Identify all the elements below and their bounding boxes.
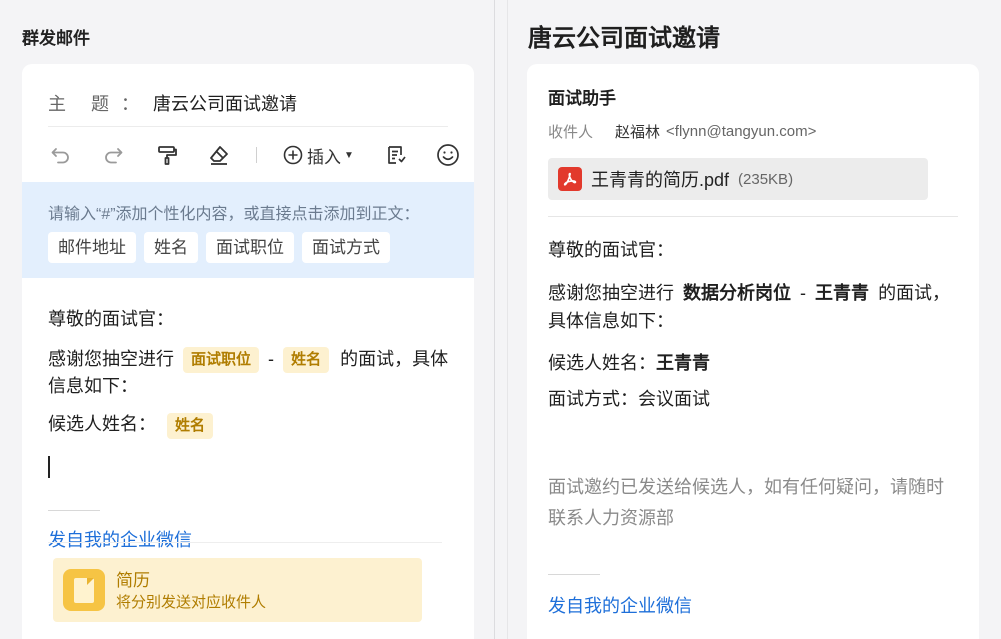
body-thanks-suffix: 的面试，具体 xyxy=(340,349,449,369)
redo-button[interactable] xyxy=(100,140,126,170)
attachment-name: 简历 xyxy=(116,571,150,590)
var-tag-position[interactable]: 面试职位 xyxy=(183,347,260,374)
template-icon xyxy=(388,146,406,164)
signature-link[interactable]: 发自我的企业微信 xyxy=(48,526,192,552)
file-size: (235KB) xyxy=(738,170,794,188)
subject-row[interactable]: 主 题 ： 唐云公司面试邀请 xyxy=(48,90,297,116)
chip-interview-position[interactable]: 面试职位 xyxy=(206,232,294,263)
subject-divider xyxy=(48,126,448,127)
compose-card: 主 题 ： 唐云公司面试邀请 插入 ▼ 请输入“#”添加个性化内容，或直接点击添… xyxy=(22,64,474,639)
template-button[interactable] xyxy=(384,140,408,170)
editor-toolbar: 插入 ▼ xyxy=(48,140,468,170)
emoji-icon xyxy=(437,144,459,166)
recipient-label: 收件人 xyxy=(548,124,594,141)
personalization-hint: 请输入“#”添加个性化内容，或直接点击添加到正文： xyxy=(48,206,420,223)
insert-label: 插入 xyxy=(307,147,341,167)
attachment-divider xyxy=(48,542,442,543)
insert-button[interactable]: 插入 ▼ xyxy=(283,140,354,170)
preview-dash: - xyxy=(800,283,807,303)
undo-button[interactable] xyxy=(48,140,74,170)
preview-position: 数据分析岗位 xyxy=(683,283,792,303)
preview-greeting: 尊敬的面试官： xyxy=(548,240,674,260)
body-candidate-line: 候选人姓名： 姓名 xyxy=(48,411,458,439)
preview-candidate-name: 王青青 xyxy=(815,283,870,303)
var-tag-name[interactable]: 姓名 xyxy=(283,347,330,374)
preview-card: 面试助手 收件人 赵福林 <flynn@tangyun.com> 王青青的简历.… xyxy=(527,64,979,639)
signature-divider xyxy=(48,510,100,511)
undo-icon xyxy=(51,148,69,164)
eraser-button[interactable] xyxy=(206,140,232,170)
format-painter-button[interactable] xyxy=(154,140,180,170)
body-candidate-label: 候选人姓名： xyxy=(48,414,156,435)
caret-down-icon: ▼ xyxy=(344,149,354,161)
plus-circle-icon xyxy=(283,145,303,165)
personalization-chips: 邮件地址 姓名 面试职位 面试方式 xyxy=(48,232,390,263)
eraser-icon xyxy=(210,146,228,165)
body-greeting: 尊敬的面试官： xyxy=(48,309,174,329)
preview-candidate-label: 候选人姓名： xyxy=(548,353,656,373)
format-painter-icon xyxy=(158,146,177,165)
preview-thanks-line: 感谢您抽空进行 数据分析岗位 - 王青青 的面试， xyxy=(548,279,960,307)
chip-name[interactable]: 姓名 xyxy=(144,232,198,263)
preview-method-value: 会议面试 xyxy=(638,389,710,409)
emoji-button[interactable] xyxy=(436,140,460,170)
attachment-card[interactable]: 简历 将分别发送对应收件人 xyxy=(53,558,422,622)
subject-input[interactable]: 唐云公司面试邀请 xyxy=(153,90,297,116)
preview-signature-link[interactable]: 发自我的企业微信 xyxy=(548,592,692,618)
preview-info-line: 具体信息如下： xyxy=(548,311,674,331)
body-dash: - xyxy=(268,349,275,369)
preview-body: 尊敬的面试官： 感谢您抽空进行 数据分析岗位 - 王青青 的面试， 具体信息如下… xyxy=(548,236,960,413)
compose-body-editor[interactable]: 尊敬的面试官： 感谢您抽空进行 面试职位 - 姓名 的面试，具体 信息如下： 候… xyxy=(48,306,458,439)
recipient-email: <flynn@tangyun.com> xyxy=(666,123,817,140)
preview-pane: 唐云公司面试邀请 面试助手 收件人 赵福林 <flynn@tangyun.com… xyxy=(508,0,1001,639)
body-info-line: 信息如下： xyxy=(48,376,138,397)
redo-icon xyxy=(105,148,123,164)
pdf-icon xyxy=(558,167,582,191)
personalization-panel: 请输入“#”添加个性化内容，或直接点击添加到正文： 邮件地址 姓名 面试职位 面… xyxy=(22,182,474,278)
file-name: 王青青的简历.pdf xyxy=(591,170,730,190)
pdf-attachment[interactable]: 王青青的简历.pdf (235KB) xyxy=(548,158,928,200)
recipient-name: 赵福林 xyxy=(615,124,661,141)
preview-method-line: 面试方式：会议面试 xyxy=(548,385,960,413)
body-thanks-prefix: 感谢您抽空进行 xyxy=(48,349,174,369)
text-cursor xyxy=(48,456,50,478)
preview-divider xyxy=(548,216,958,217)
preview-thanks-suffix: 的面试， xyxy=(878,283,951,303)
subject-colon: ： xyxy=(121,94,140,114)
recipient-row: 收件人 赵福林 <flynn@tangyun.com> xyxy=(548,121,816,142)
body-line-thanks: 感谢您抽空进行 面试职位 - 姓名 的面试，具体 xyxy=(48,346,458,374)
chip-interview-method[interactable]: 面试方式 xyxy=(302,232,390,263)
preview-candidate-value: 王青青 xyxy=(656,353,710,373)
subject-label: 主 题 xyxy=(48,94,120,114)
preview-note: 面试邀约已发送给候选人，如有任何疑问，请随时联系人力资源部 xyxy=(548,477,944,528)
pane-divider xyxy=(494,0,508,639)
compose-panel-title: 群发邮件 xyxy=(22,29,90,48)
preview-method-label: 面试方式： xyxy=(548,389,638,409)
document-icon xyxy=(63,569,105,611)
var-tag-name-2[interactable]: 姓名 xyxy=(167,412,214,439)
chip-email-address[interactable]: 邮件地址 xyxy=(48,232,136,263)
preview-candidate-line: 候选人姓名：王青青 xyxy=(548,349,960,377)
toolbar-separator xyxy=(256,147,257,163)
attachment-description: 将分别发送对应收件人 xyxy=(116,594,267,611)
preview-signature-divider xyxy=(548,574,600,575)
preview-thanks-prefix: 感谢您抽空进行 xyxy=(548,283,674,303)
sender-name: 面试助手 xyxy=(548,89,616,108)
compose-pane: 群发邮件 主 题 ： 唐云公司面试邀请 插入 ▼ 请输入“#”添加个性化内容，或… xyxy=(0,0,494,639)
preview-panel-title: 唐云公司面试邀请 xyxy=(528,25,720,52)
